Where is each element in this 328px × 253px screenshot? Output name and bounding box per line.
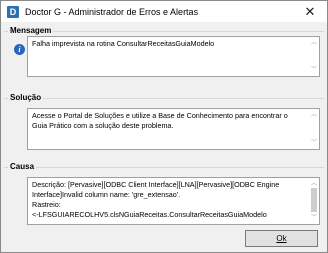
causa-label: Causa — [8, 162, 37, 171]
scroll-down-icon[interactable]: ﹀ — [311, 138, 317, 148]
info-icon: i — [14, 44, 25, 55]
scroll-up-icon[interactable]: ︿ — [311, 38, 317, 48]
solucao-scrollbar[interactable]: ︿ ﹀ — [309, 109, 319, 149]
mensagem-scrollbar[interactable]: ︿ ﹀ — [309, 37, 319, 76]
mensagem-label: Mensagem — [8, 26, 54, 35]
title-bar: D Doctor G - Administrador de Erros e Al… — [1, 1, 327, 22]
ok-button[interactable]: Ok — [245, 230, 318, 247]
causa-section: Causa Descrição: [Pervasive][ODBC Client… — [4, 162, 324, 225]
mensagem-text: Falha imprevista na rotina ConsultarRece… — [32, 39, 215, 48]
causa-trace: <-LFSGUIARECOLHV5.clsNGuiaReceitas.Consu… — [32, 210, 267, 219]
ok-button-label: Ok — [276, 234, 287, 243]
causa-textbox[interactable]: Descrição: [Pervasive][ODBC Client Inter… — [27, 177, 320, 225]
scroll-thumb[interactable] — [311, 188, 317, 212]
scroll-down-icon[interactable]: ﹀ — [311, 65, 317, 75]
close-icon[interactable]: ✕ — [295, 2, 325, 21]
causa-trace-label: Rastreio: — [32, 200, 61, 209]
dialog-window: D Doctor G - Administrador de Erros e Al… — [0, 0, 328, 253]
solucao-section: Solução Acesse o Portal de Soluções e ut… — [4, 93, 324, 154]
window-title: Doctor G - Administrador de Erros e Aler… — [25, 6, 199, 17]
solucao-label: Solução — [8, 93, 44, 102]
causa-description: Descrição: [Pervasive][ODBC Client Inter… — [32, 180, 280, 199]
app-icon: D — [7, 5, 19, 18]
causa-scrollbar[interactable]: ︿ ﹀ — [309, 178, 319, 224]
scroll-up-icon[interactable]: ︿ — [311, 110, 317, 120]
scroll-down-icon[interactable]: ﹀ — [311, 213, 317, 223]
solucao-textbox[interactable]: Acesse o Portal de Soluções e utilize a … — [27, 108, 320, 150]
mensagem-section: Mensagem i Falha imprevista na rotina Co… — [4, 26, 324, 91]
solucao-text: Acesse o Portal de Soluções e utilize a … — [32, 111, 288, 130]
mensagem-textbox[interactable]: Falha imprevista na rotina ConsultarRece… — [27, 36, 320, 77]
causa-text: Descrição: [Pervasive][ODBC Client Inter… — [32, 180, 315, 220]
